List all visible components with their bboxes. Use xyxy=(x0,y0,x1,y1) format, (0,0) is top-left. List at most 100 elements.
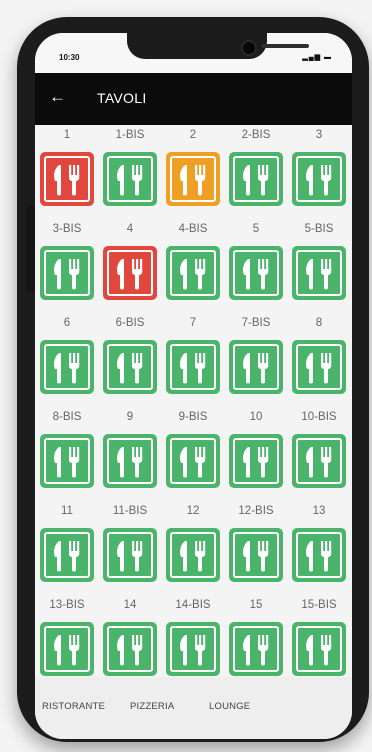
table-label: 1-BIS xyxy=(115,129,145,141)
table-label: 4 xyxy=(126,223,134,235)
table-label: 4-BIS xyxy=(178,223,208,235)
table-cell: 1 xyxy=(36,125,98,213)
table-cell: 2-BIS xyxy=(225,125,287,213)
table-label: 5-BIS xyxy=(304,223,334,235)
table-tile-free[interactable] xyxy=(229,622,283,676)
table-tile-free[interactable] xyxy=(103,622,157,676)
table-label: 6 xyxy=(63,317,71,329)
table-tile-free[interactable] xyxy=(103,152,157,206)
table-cell: 13-BIS xyxy=(36,595,98,677)
table-cell: 8-BIS xyxy=(36,407,98,495)
table-cell: 15 xyxy=(225,595,287,677)
table-tile-reserved[interactable] xyxy=(166,152,220,206)
table-tile-free[interactable] xyxy=(229,152,283,206)
table-tile-occupied[interactable] xyxy=(103,246,157,300)
tab-pizzeria[interactable]: PIZZERIA xyxy=(130,701,174,712)
table-tile-free[interactable] xyxy=(166,434,220,488)
table-cell: 11-BIS xyxy=(99,501,161,589)
table-label: 14 xyxy=(123,599,137,611)
table-cell: 9-BIS xyxy=(162,407,224,495)
table-tile-free[interactable] xyxy=(229,528,283,582)
table-cell: 7-BIS xyxy=(225,313,287,401)
table-label: 15 xyxy=(249,599,263,611)
table-label: 8-BIS xyxy=(52,411,82,423)
table-label: 14-BIS xyxy=(175,599,211,611)
table-label: 3-BIS xyxy=(52,223,82,235)
table-cell: 14-BIS xyxy=(162,595,224,677)
table-tile-free[interactable] xyxy=(229,340,283,394)
table-cell: 7 xyxy=(162,313,224,401)
table-tile-free[interactable] xyxy=(292,528,346,582)
table-cell: 12-BIS xyxy=(225,501,287,589)
table-tile-free[interactable] xyxy=(103,340,157,394)
table-tile-free[interactable] xyxy=(292,622,346,676)
table-tile-free[interactable] xyxy=(229,434,283,488)
table-label: 7 xyxy=(189,317,197,329)
table-row: 11 11-BIS 12 12-BIS 13 xyxy=(35,501,352,595)
app-header: ← TAVOLI xyxy=(35,73,352,125)
back-arrow-icon[interactable]: ← xyxy=(49,87,66,107)
table-row: 8-BIS 9 9-BIS 10 10-BIS xyxy=(35,407,352,501)
table-label: 10 xyxy=(249,411,263,423)
screen: 10:30 ▂▄▆ ▬ ← TAVOLI 1 1-BIS 2 2-BIS 3 3-BIS 4… xyxy=(35,33,352,739)
table-tile-free[interactable] xyxy=(292,152,346,206)
table-cell: 13 xyxy=(288,501,350,589)
table-cell: 6-BIS xyxy=(99,313,161,401)
table-label: 11 xyxy=(61,505,73,517)
table-tile-free[interactable] xyxy=(103,528,157,582)
side-button xyxy=(26,205,35,293)
table-tile-free[interactable] xyxy=(40,340,94,394)
table-tile-free[interactable] xyxy=(292,246,346,300)
table-cell: 9 xyxy=(99,407,161,495)
table-cell: 11 xyxy=(36,501,98,589)
table-cell: 10 xyxy=(225,407,287,495)
bottom-tab-bar: RISTORANTE PIZZERIA LOUNGE xyxy=(35,677,352,739)
table-cell: 5-BIS xyxy=(288,219,350,307)
table-tile-free[interactable] xyxy=(292,340,346,394)
table-tile-free[interactable] xyxy=(292,434,346,488)
table-row: 6 6-BIS 7 7-BIS 8 xyxy=(35,313,352,407)
table-row: 1 1-BIS 2 2-BIS 3 xyxy=(35,125,352,219)
table-tile-free[interactable] xyxy=(166,622,220,676)
table-cell: 8 xyxy=(288,313,350,401)
table-label: 3 xyxy=(315,129,323,141)
table-cell: 2 xyxy=(162,125,224,213)
notch xyxy=(127,33,309,59)
table-tile-free[interactable] xyxy=(40,434,94,488)
table-tile-free[interactable] xyxy=(40,528,94,582)
page-title: TAVOLI xyxy=(97,90,147,106)
table-label: 5 xyxy=(252,223,260,235)
tab-lounge[interactable]: LOUNGE xyxy=(209,701,250,712)
table-label: 2 xyxy=(189,129,197,141)
table-label: 12-BIS xyxy=(238,505,274,517)
table-label: 8 xyxy=(315,317,323,329)
table-cell: 3-BIS xyxy=(36,219,98,307)
table-cell: 4 xyxy=(99,219,161,307)
status-time: 10:30 xyxy=(59,53,80,62)
table-cell: 6 xyxy=(36,313,98,401)
table-tile-free[interactable] xyxy=(40,246,94,300)
tab-ristorante[interactable]: RISTORANTE xyxy=(42,701,105,712)
table-tile-free[interactable] xyxy=(103,434,157,488)
table-label: 7-BIS xyxy=(241,317,271,329)
table-label: 10-BIS xyxy=(301,411,337,423)
table-cell: 4-BIS xyxy=(162,219,224,307)
speaker-grille xyxy=(261,44,309,48)
table-cell: 12 xyxy=(162,501,224,589)
table-tile-free[interactable] xyxy=(166,528,220,582)
table-cell: 15-BIS xyxy=(288,595,350,677)
table-tile-free[interactable] xyxy=(166,246,220,300)
table-label: 13-BIS xyxy=(49,599,85,611)
table-label: 11-BIS xyxy=(112,505,148,517)
table-label: 13 xyxy=(312,505,326,517)
table-tile-free[interactable] xyxy=(166,340,220,394)
table-tile-free[interactable] xyxy=(229,246,283,300)
camera-icon xyxy=(241,40,257,56)
table-cell: 3 xyxy=(288,125,350,213)
signal-battery-icon: ▂▄▆ ▬ xyxy=(302,54,332,61)
table-label: 6-BIS xyxy=(115,317,145,329)
table-label: 15-BIS xyxy=(301,599,337,611)
table-tile-free[interactable] xyxy=(40,622,94,676)
tables-grid[interactable]: 1 1-BIS 2 2-BIS 3 3-BIS 4 4-BIS 5 5-BIS 6 6-BIS 7 7-B… xyxy=(35,125,352,677)
table-tile-occupied[interactable] xyxy=(40,152,94,206)
